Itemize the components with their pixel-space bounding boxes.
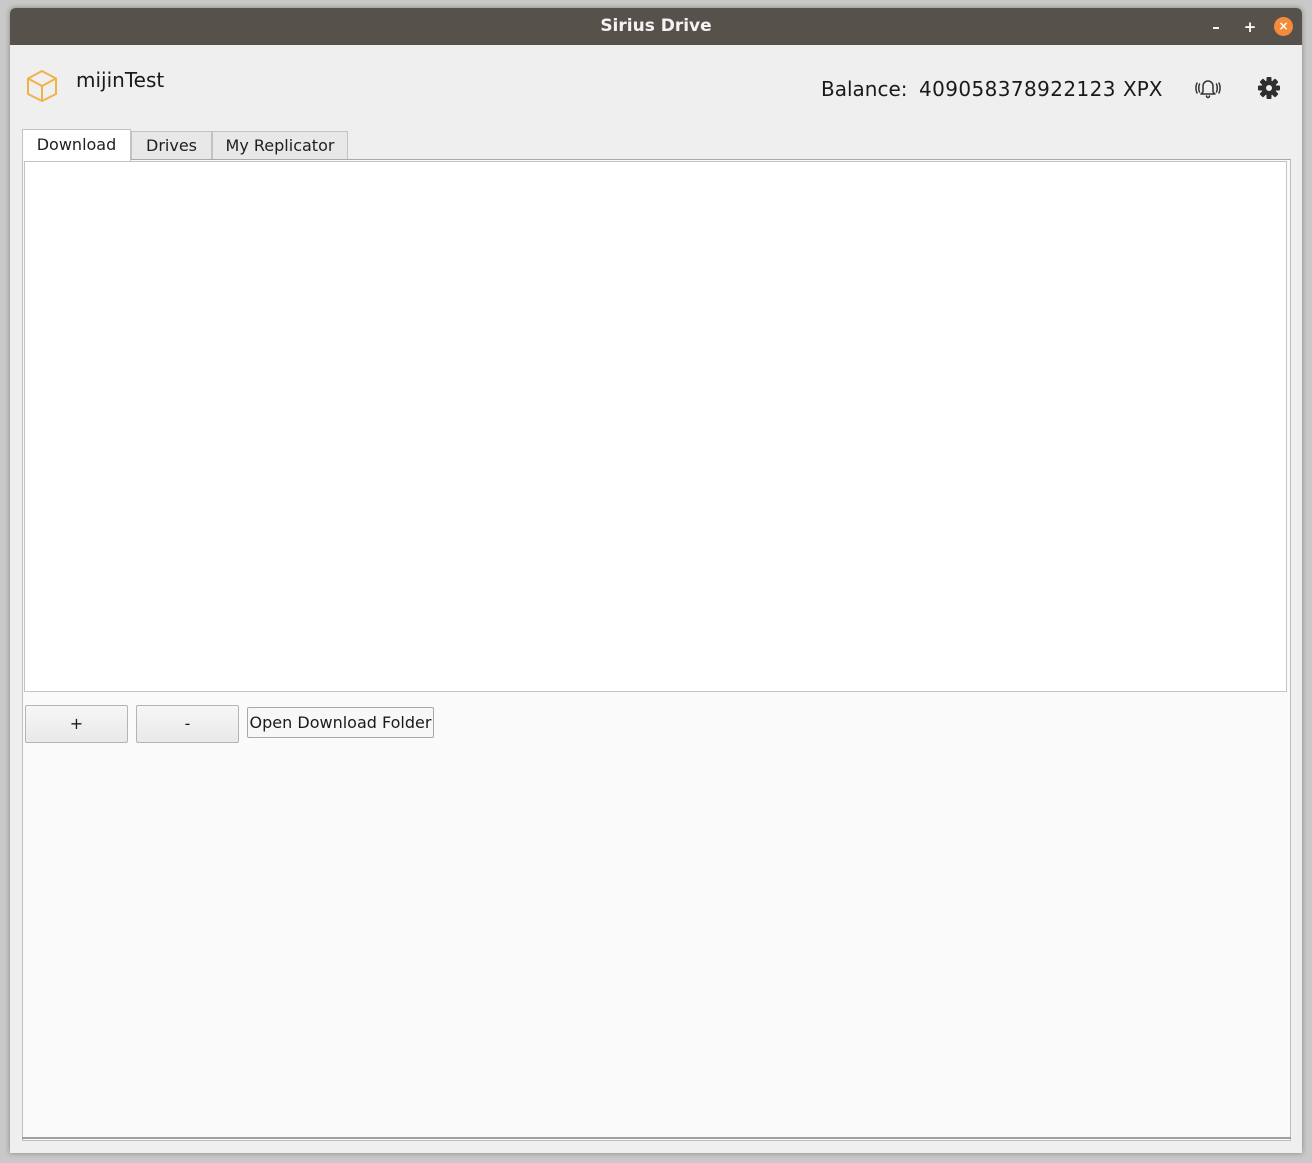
app-window: Sirius Drive – + × mijinTest Balance: 40… — [10, 8, 1302, 1153]
balance-label: Balance: — [821, 77, 908, 101]
close-button[interactable]: × — [1274, 17, 1293, 36]
window-title: Sirius Drive — [600, 16, 712, 36]
add-download-button[interactable]: + — [25, 705, 128, 743]
settings-gear-icon[interactable] — [1256, 75, 1282, 101]
maximize-button[interactable]: + — [1240, 17, 1260, 37]
remove-download-button[interactable]: - — [136, 705, 239, 743]
notification-bell-icon[interactable] — [1195, 75, 1221, 101]
bottom-divider — [22, 1137, 1291, 1139]
account-name: mijinTest — [76, 68, 165, 92]
title-bar[interactable]: Sirius Drive – + × — [10, 8, 1302, 45]
minimize-button[interactable]: – — [1206, 17, 1226, 37]
tab-drives[interactable]: Drives — [131, 131, 212, 159]
tab-download[interactable]: Download — [22, 129, 131, 161]
balance-value: 409058378922123 — [919, 77, 1116, 101]
downloads-list[interactable] — [24, 161, 1287, 692]
cube-icon — [27, 70, 57, 102]
open-download-folder-button[interactable]: Open Download Folder — [247, 707, 434, 738]
balance-unit: XPX — [1123, 77, 1163, 101]
download-tab-panel: + - Open Download Folder — [22, 159, 1291, 1141]
tab-my-replicator[interactable]: My Replicator — [212, 131, 348, 159]
